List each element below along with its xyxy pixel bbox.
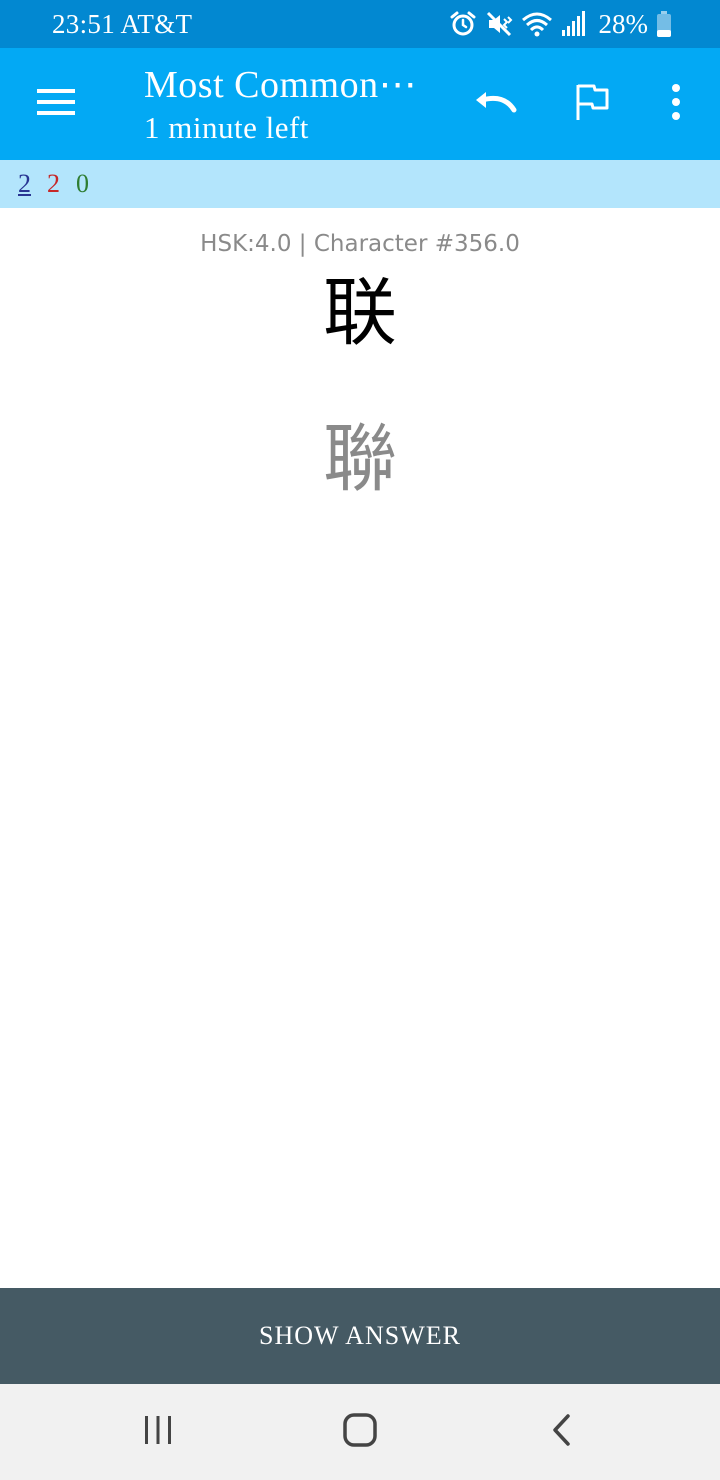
home-button[interactable] <box>324 1404 396 1460</box>
card-counts: 2 2 0 <box>18 168 89 200</box>
battery-icon <box>656 10 672 38</box>
card-info: HSK:4.0 | Character #356.0 <box>200 231 520 257</box>
menu-button[interactable] <box>20 72 92 136</box>
simplified-character: 联 <box>323 270 397 356</box>
show-answer-button[interactable]: SHOW ANSWER <box>0 1288 720 1384</box>
recents-button[interactable] <box>122 1404 194 1460</box>
flag-icon <box>574 82 610 127</box>
time-left: 1 minute left <box>144 110 309 145</box>
mute-vibrate-icon <box>485 10 513 38</box>
deck-title: Most Common⋯ <box>144 64 418 106</box>
back-icon <box>550 1412 574 1453</box>
show-answer-label: SHOW ANSWER <box>259 1321 461 1350</box>
wifi-icon <box>521 10 553 38</box>
status-time-carrier: 23:51 AT&T <box>52 9 193 39</box>
learning-count: 2 <box>47 169 60 198</box>
traditional-character: 聯 <box>323 416 397 502</box>
review-count: 0 <box>76 169 89 198</box>
back-button[interactable] <box>526 1404 598 1460</box>
battery-percent: 28% <box>598 9 649 39</box>
hamburger-menu-icon <box>36 87 76 122</box>
alarm-icon <box>449 10 477 38</box>
status-icons: 28% <box>449 8 673 40</box>
more-vert-icon <box>670 83 682 125</box>
counts-bar: 2 2 0 <box>0 160 720 208</box>
undo-icon <box>474 88 518 121</box>
signal-icon <box>561 10 587 38</box>
title-block: Most Common⋯ 1 minute left <box>144 62 444 148</box>
navigation-bar <box>0 1384 720 1480</box>
recents-icon <box>142 1414 174 1451</box>
new-count: 2 <box>18 169 31 198</box>
app-bar: Most Common⋯ 1 minute left <box>0 48 720 160</box>
more-options-button[interactable] <box>652 76 700 132</box>
home-icon <box>342 1412 378 1453</box>
undo-button[interactable] <box>466 76 526 132</box>
flag-button[interactable] <box>562 76 622 132</box>
status-bar: 23:51 AT&T 28% <box>0 0 720 48</box>
